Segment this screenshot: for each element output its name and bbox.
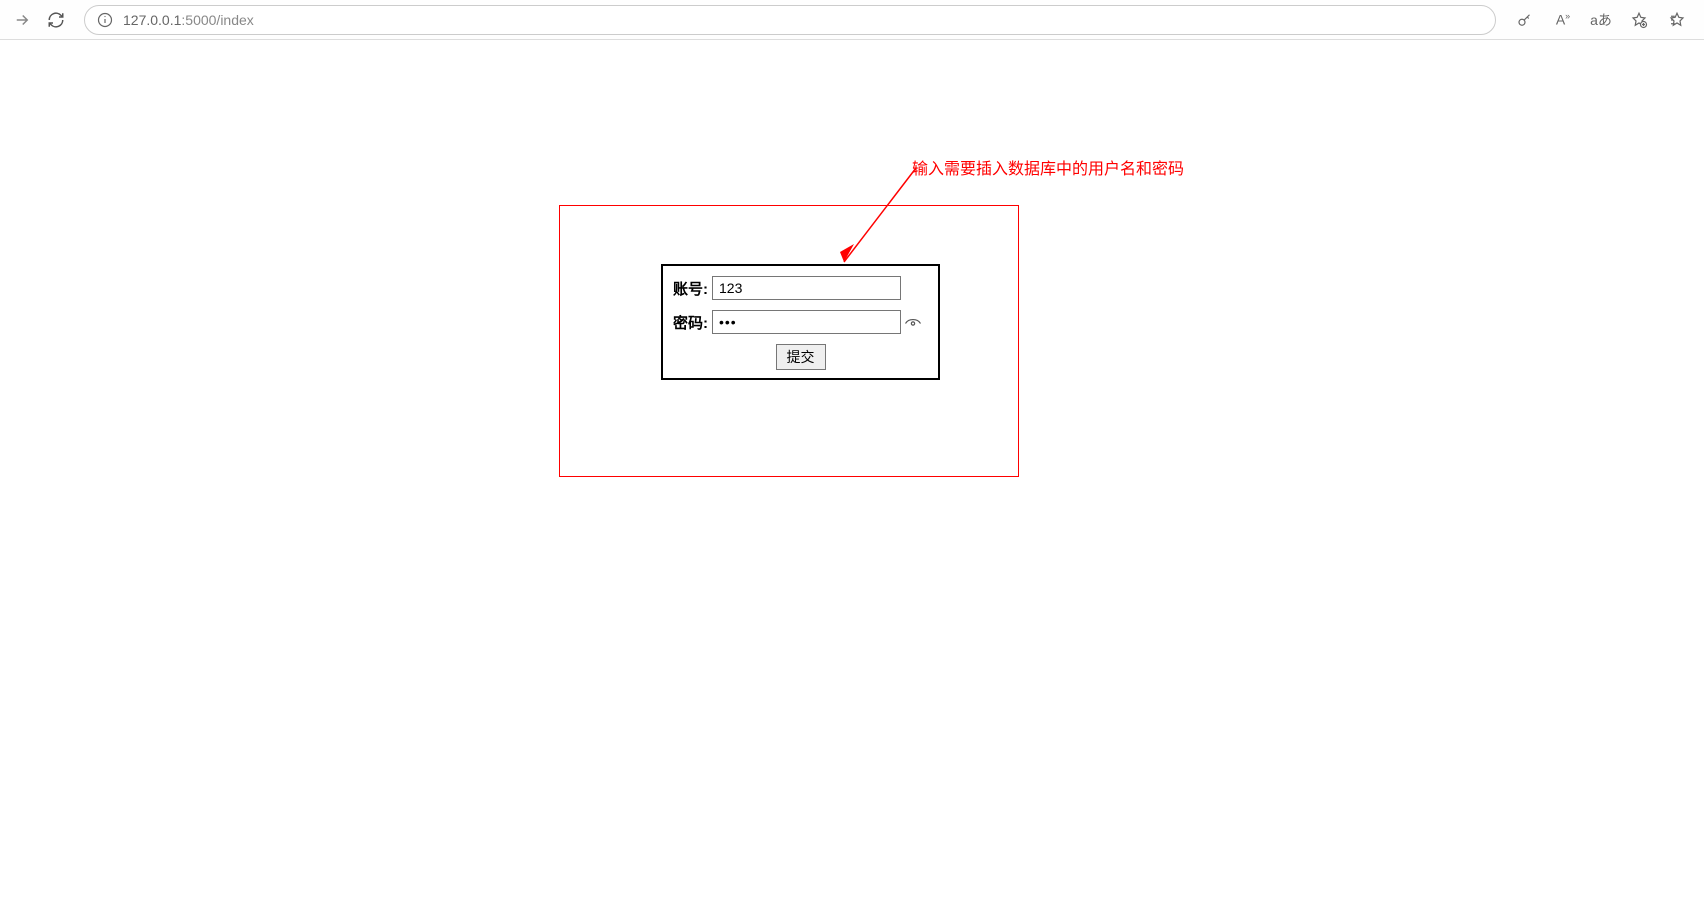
collections-icon[interactable] bbox=[1662, 5, 1692, 35]
page-content: 输入需要插入数据库中的用户名和密码 账号: 密码: bbox=[0, 40, 1704, 916]
account-row: 账号: bbox=[673, 276, 928, 300]
url-text: 127.0.0.1:5000/index bbox=[123, 12, 254, 28]
account-input[interactable] bbox=[712, 276, 901, 300]
password-key-icon[interactable] bbox=[1510, 5, 1540, 35]
favorites-add-icon[interactable] bbox=[1624, 5, 1654, 35]
annotation-text: 输入需要插入数据库中的用户名和密码 bbox=[912, 155, 1184, 179]
show-password-icon[interactable] bbox=[904, 315, 922, 329]
forward-button[interactable] bbox=[8, 6, 36, 34]
password-row: 密码: bbox=[673, 310, 928, 334]
browser-toolbar: 127.0.0.1:5000/index A» aあ bbox=[0, 0, 1704, 40]
account-label: 账号: bbox=[673, 278, 708, 299]
submit-button[interactable]: 提交 bbox=[776, 344, 826, 370]
url-bar[interactable]: 127.0.0.1:5000/index bbox=[84, 5, 1496, 35]
password-input[interactable] bbox=[712, 310, 901, 334]
password-label: 密码: bbox=[673, 312, 708, 333]
translate-icon[interactable]: aあ bbox=[1586, 5, 1616, 35]
toolbar-right-icons: A» aあ bbox=[1510, 5, 1696, 35]
refresh-button[interactable] bbox=[42, 6, 70, 34]
read-aloud-icon[interactable]: A» bbox=[1548, 5, 1578, 35]
info-icon bbox=[97, 12, 113, 28]
login-form: 账号: 密码: 提交 bbox=[661, 264, 940, 380]
submit-row: 提交 bbox=[673, 344, 928, 370]
